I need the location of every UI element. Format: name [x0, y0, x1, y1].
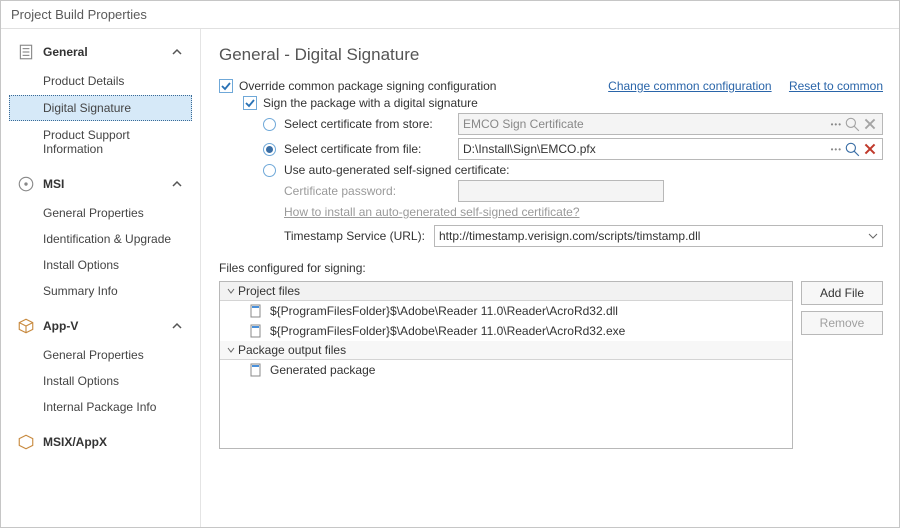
timestamp-url-value: http://timestamp.verisign.com/scripts/ti…: [439, 229, 700, 243]
chevron-up-icon: [170, 177, 184, 191]
chevron-up-icon: [170, 45, 184, 59]
tree-group-project-files[interactable]: Project files: [220, 282, 792, 301]
reset-to-common-link[interactable]: Reset to common: [789, 79, 883, 93]
clear-icon[interactable]: [862, 141, 878, 157]
tree-row[interactable]: Generated package: [220, 360, 792, 380]
sidebar-item-appv-install-options[interactable]: Install Options: [9, 369, 192, 393]
tree-row-label: ${ProgramFilesFolder}$\Adobe\Reader 11.0…: [270, 324, 625, 338]
sidebar-item-appv-general-properties[interactable]: General Properties: [9, 343, 192, 367]
search-icon[interactable]: [844, 116, 860, 132]
change-common-config-link[interactable]: Change common configuration: [608, 79, 771, 93]
tree-row-label: Generated package: [270, 363, 375, 377]
add-file-button[interactable]: Add File: [801, 281, 883, 305]
chevron-up-icon: [170, 319, 184, 333]
timestamp-url-combobox[interactable]: http://timestamp.verisign.com/scripts/ti…: [434, 225, 883, 247]
ellipsis-icon[interactable]: •••: [831, 145, 842, 154]
page-title: General - Digital Signature: [219, 45, 883, 65]
cert-store-label: Select certificate from store:: [284, 117, 452, 131]
sidebar-item-identification-upgrade[interactable]: Identification & Upgrade: [9, 227, 192, 251]
sidebar-group-label: App-V: [43, 319, 78, 333]
file-icon: [248, 362, 264, 378]
sidebar-item-internal-package-info[interactable]: Internal Package Info: [9, 395, 192, 419]
cert-file-radio[interactable]: [263, 143, 276, 156]
cert-password-input[interactable]: [458, 180, 664, 202]
remove-button[interactable]: Remove: [801, 311, 883, 335]
cert-file-label: Select certificate from file:: [284, 142, 452, 156]
cert-store-value: EMCO Sign Certificate: [463, 117, 584, 131]
collapse-icon[interactable]: [226, 286, 238, 296]
override-checkbox[interactable]: [219, 79, 233, 93]
tree-group-label: Project files: [238, 284, 300, 298]
sidebar-item-msi-general-properties[interactable]: General Properties: [9, 201, 192, 225]
search-icon[interactable]: [844, 141, 860, 157]
sidebar-item-digital-signature[interactable]: Digital Signature: [9, 95, 192, 121]
sidebar-group-appv[interactable]: App-V: [9, 311, 192, 341]
cert-auto-label: Use auto-generated self-signed certifica…: [284, 163, 509, 177]
package-icon: [17, 317, 35, 335]
dropdown-icon[interactable]: [868, 231, 878, 241]
sidebar-item-product-details[interactable]: Product Details: [9, 69, 192, 93]
clear-icon[interactable]: [862, 116, 878, 132]
sidebar-group-label: MSI: [43, 177, 64, 191]
sidebar-group-msi[interactable]: MSI: [9, 169, 192, 199]
tree-row[interactable]: ${ProgramFilesFolder}$\Adobe\Reader 11.0…: [220, 301, 792, 321]
cert-password-label: Certificate password:: [284, 184, 452, 198]
file-icon: [248, 323, 264, 339]
tree-group-package-output[interactable]: Package output files: [220, 341, 792, 360]
signing-files-tree[interactable]: Project files ${ProgramFilesFolder}$\Ado…: [219, 281, 793, 449]
tree-group-label: Package output files: [238, 343, 346, 357]
sign-package-checkbox[interactable]: [243, 96, 257, 110]
tree-row[interactable]: ${ProgramFilesFolder}$\Adobe\Reader 11.0…: [220, 321, 792, 341]
window-title: Project Build Properties: [1, 1, 899, 29]
sidebar-group-general[interactable]: General: [9, 37, 192, 67]
howto-install-cert-link[interactable]: How to install an auto-generated self-si…: [284, 205, 580, 219]
sidebar-item-product-support-information[interactable]: Product Support Information: [9, 123, 192, 161]
cert-auto-radio[interactable]: [263, 164, 276, 177]
cert-file-value: D:\Install\Sign\EMCO.pfx: [463, 142, 596, 156]
sidebar-group-label: General: [43, 45, 88, 59]
collapse-icon[interactable]: [226, 345, 238, 355]
sign-package-label: Sign the package with a digital signatur…: [263, 96, 478, 110]
cert-file-input[interactable]: D:\Install\Sign\EMCO.pfx •••: [458, 138, 883, 160]
file-icon: [248, 303, 264, 319]
cert-store-input[interactable]: EMCO Sign Certificate •••: [458, 113, 883, 135]
main-content: General - Digital Signature Override com…: [201, 29, 899, 527]
ellipsis-icon[interactable]: •••: [831, 120, 842, 129]
sidebar-item-summary-info[interactable]: Summary Info: [9, 279, 192, 303]
tree-row-label: ${ProgramFilesFolder}$\Adobe\Reader 11.0…: [270, 304, 618, 318]
sidebar-group-label: MSIX/AppX: [43, 435, 107, 449]
sidebar: General Product Details Digital Signatur…: [1, 29, 201, 527]
timestamp-label: Timestamp Service (URL):: [284, 229, 428, 243]
cert-store-radio[interactable]: [263, 118, 276, 131]
sidebar-group-msix[interactable]: MSIX/AppX: [9, 427, 192, 457]
sidebar-item-msi-install-options[interactable]: Install Options: [9, 253, 192, 277]
files-configured-label: Files configured for signing:: [219, 261, 366, 275]
override-label: Override common package signing configur…: [239, 79, 496, 93]
disc-icon: [17, 175, 35, 193]
package-icon: [17, 433, 35, 451]
doc-icon: [17, 43, 35, 61]
